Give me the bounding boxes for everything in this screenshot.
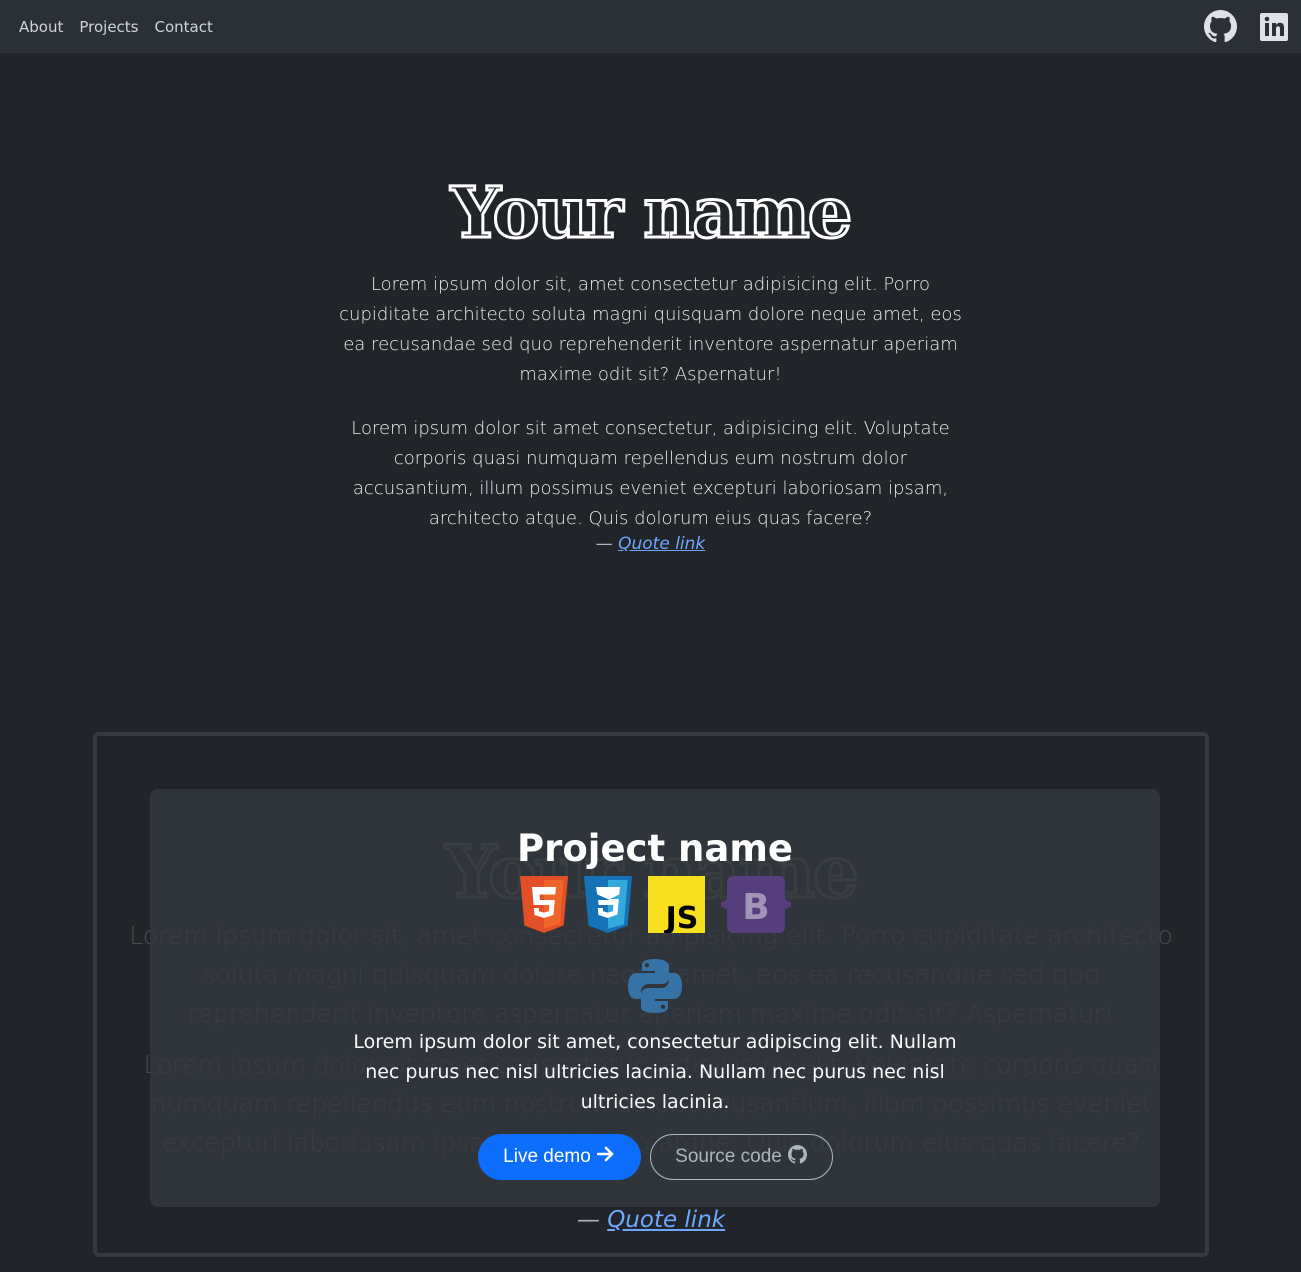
nav-link-contact[interactable]: Contact <box>147 18 221 36</box>
project-title: Project name <box>516 827 794 870</box>
quote-link[interactable]: Quote link <box>618 534 705 554</box>
project-section: Your name Lorem ipsum dolor sit, amet co… <box>93 732 1209 1257</box>
source-code-label: Source code <box>675 1146 782 1167</box>
nav-links: About Projects Contact <box>11 18 221 36</box>
project-description: Lorem ipsum dolor sit amet, consectetur … <box>353 1031 957 1113</box>
quote: — Quote link <box>0 534 1301 554</box>
hero-section: Your name Lorem ipsum dolor sit, amet co… <box>0 170 1301 554</box>
hero-paragraph-2: Lorem ipsum dolor sit amet consectetur, … <box>351 418 950 529</box>
html5-icon <box>519 875 568 937</box>
quote-bottom-dash: — <box>576 1207 600 1233</box>
css3-icon <box>583 875 632 937</box>
nav-icons <box>1204 10 1289 43</box>
tech-icons-row-2 <box>150 957 1160 1019</box>
quote-dash: — <box>595 534 613 554</box>
project-card: Project name JS B Lorem ipsum dolor sit … <box>150 789 1160 1207</box>
quote-bottom: — Quote link <box>97 1207 1205 1233</box>
hero-name: Your name <box>449 171 854 254</box>
source-code-button[interactable]: Source code <box>649 1134 833 1180</box>
bootstrap-icon: B <box>720 875 791 937</box>
javascript-icon: JS <box>647 875 705 937</box>
github-icon[interactable] <box>1204 10 1237 43</box>
linkedin-icon[interactable] <box>1259 12 1289 42</box>
project-buttons: Live demo Source code <box>150 1134 1160 1180</box>
navbar: About Projects Contact <box>0 0 1301 53</box>
python-icon <box>626 957 684 1019</box>
nav-link-about[interactable]: About <box>11 18 71 36</box>
svg-text:B: B <box>742 887 769 928</box>
hero-paragraph-1: Lorem ipsum dolor sit, amet consectetur … <box>339 274 962 385</box>
tech-icons-row: JS B <box>150 875 1160 937</box>
github-icon <box>787 1144 807 1170</box>
live-demo-label: Live demo <box>503 1146 591 1167</box>
quote-bottom-link[interactable]: Quote link <box>607 1207 725 1233</box>
nav-link-projects[interactable]: Projects <box>71 18 146 36</box>
arrow-right-icon <box>596 1146 615 1168</box>
live-demo-button[interactable]: Live demo <box>477 1134 641 1180</box>
svg-text:JS: JS <box>663 901 698 933</box>
